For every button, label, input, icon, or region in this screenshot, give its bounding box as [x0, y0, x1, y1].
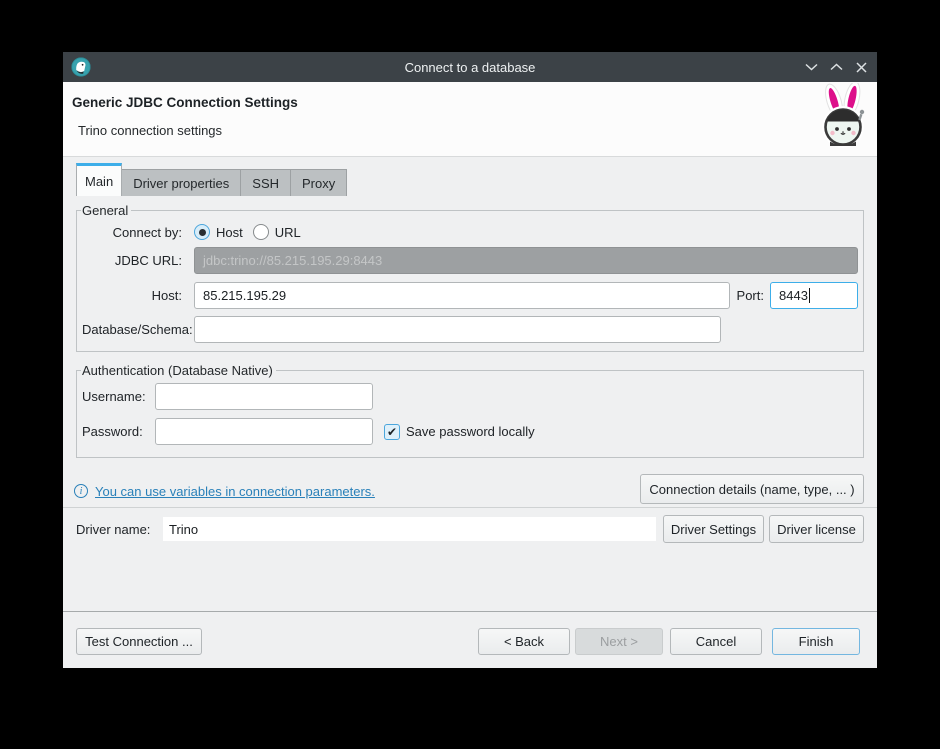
desktop-background: Connect to a database Generic JDBC Conne… [0, 0, 940, 749]
connect-database-dialog: Connect to a database Generic JDBC Conne… [63, 52, 877, 668]
tab-driver-properties[interactable]: Driver properties [122, 169, 241, 196]
database-schema-label: Database/Schema: [82, 322, 190, 337]
tab-proxy[interactable]: Proxy [291, 169, 347, 196]
connect-by-label: Connect by: [82, 225, 190, 240]
cancel-button[interactable]: Cancel [670, 628, 762, 655]
driver-name-label: Driver name: [76, 522, 163, 537]
finish-button[interactable]: Finish [772, 628, 860, 655]
tab-strip: Main Driver properties SSH Proxy [76, 163, 347, 196]
general-group: General Connect by: Host URL JDBC URL: [76, 203, 864, 352]
page-title: Generic JDBC Connection Settings [72, 95, 298, 110]
password-input[interactable] [155, 418, 373, 445]
back-button[interactable]: < Back [478, 628, 570, 655]
window-title: Connect to a database [405, 60, 536, 75]
driver-license-button[interactable]: Driver license [769, 515, 864, 543]
window-controls [804, 52, 868, 82]
page-subtitle: Trino connection settings [78, 123, 222, 138]
driver-name-value: Trino [163, 517, 656, 541]
driver-row: Driver name: Trino Driver Settings Drive… [76, 515, 864, 543]
url-radio[interactable] [253, 224, 269, 240]
separator [63, 507, 877, 508]
port-input[interactable]: 8443 [770, 282, 858, 309]
minimize-icon[interactable] [804, 60, 818, 74]
test-connection-button[interactable]: Test Connection ... [76, 628, 202, 655]
maximize-icon[interactable] [829, 60, 843, 74]
host-input[interactable] [194, 282, 730, 309]
radio-option-url[interactable]: URL [253, 224, 301, 240]
url-radio-label: URL [275, 225, 301, 240]
radio-option-host[interactable]: Host [194, 224, 243, 240]
password-label: Password: [82, 424, 152, 439]
driver-settings-button[interactable]: Driver Settings [663, 515, 764, 543]
variables-link[interactable]: You can use variables in connection para… [95, 484, 375, 499]
authentication-group-label: Authentication (Database Native) [81, 363, 276, 378]
username-label: Username: [82, 389, 152, 404]
save-password-label: Save password locally [406, 424, 535, 439]
tab-ssh[interactable]: SSH [241, 169, 291, 196]
general-group-label: General [81, 203, 131, 218]
username-input[interactable] [155, 383, 373, 410]
jdbc-url-label: JDBC URL: [82, 253, 190, 268]
connection-details-button[interactable]: Connection details (name, type, ... ) [640, 474, 864, 504]
next-button: Next > [575, 628, 663, 655]
port-label: Port: [730, 288, 770, 303]
dbeaver-app-icon [71, 57, 91, 77]
jdbc-url-field: jdbc:trino://85.215.195.29:8443 [194, 247, 858, 274]
host-radio[interactable] [194, 224, 210, 240]
separator [63, 611, 877, 612]
close-icon[interactable] [854, 60, 868, 74]
save-password-checkbox[interactable]: ✔ [384, 424, 400, 440]
tab-main[interactable]: Main [76, 163, 122, 196]
trino-bunny-logo-icon [818, 83, 868, 156]
text-cursor [809, 288, 810, 303]
titlebar[interactable]: Connect to a database [63, 52, 877, 82]
info-icon: i [74, 484, 88, 498]
database-schema-input[interactable] [194, 316, 721, 343]
dialog-header: Generic JDBC Connection Settings Trino c… [63, 82, 877, 157]
variables-hint-row: i You can use variables in connection pa… [74, 481, 375, 501]
host-label: Host: [82, 288, 190, 303]
host-radio-label: Host [216, 225, 243, 240]
authentication-group: Authentication (Database Native) Usernam… [76, 363, 864, 458]
